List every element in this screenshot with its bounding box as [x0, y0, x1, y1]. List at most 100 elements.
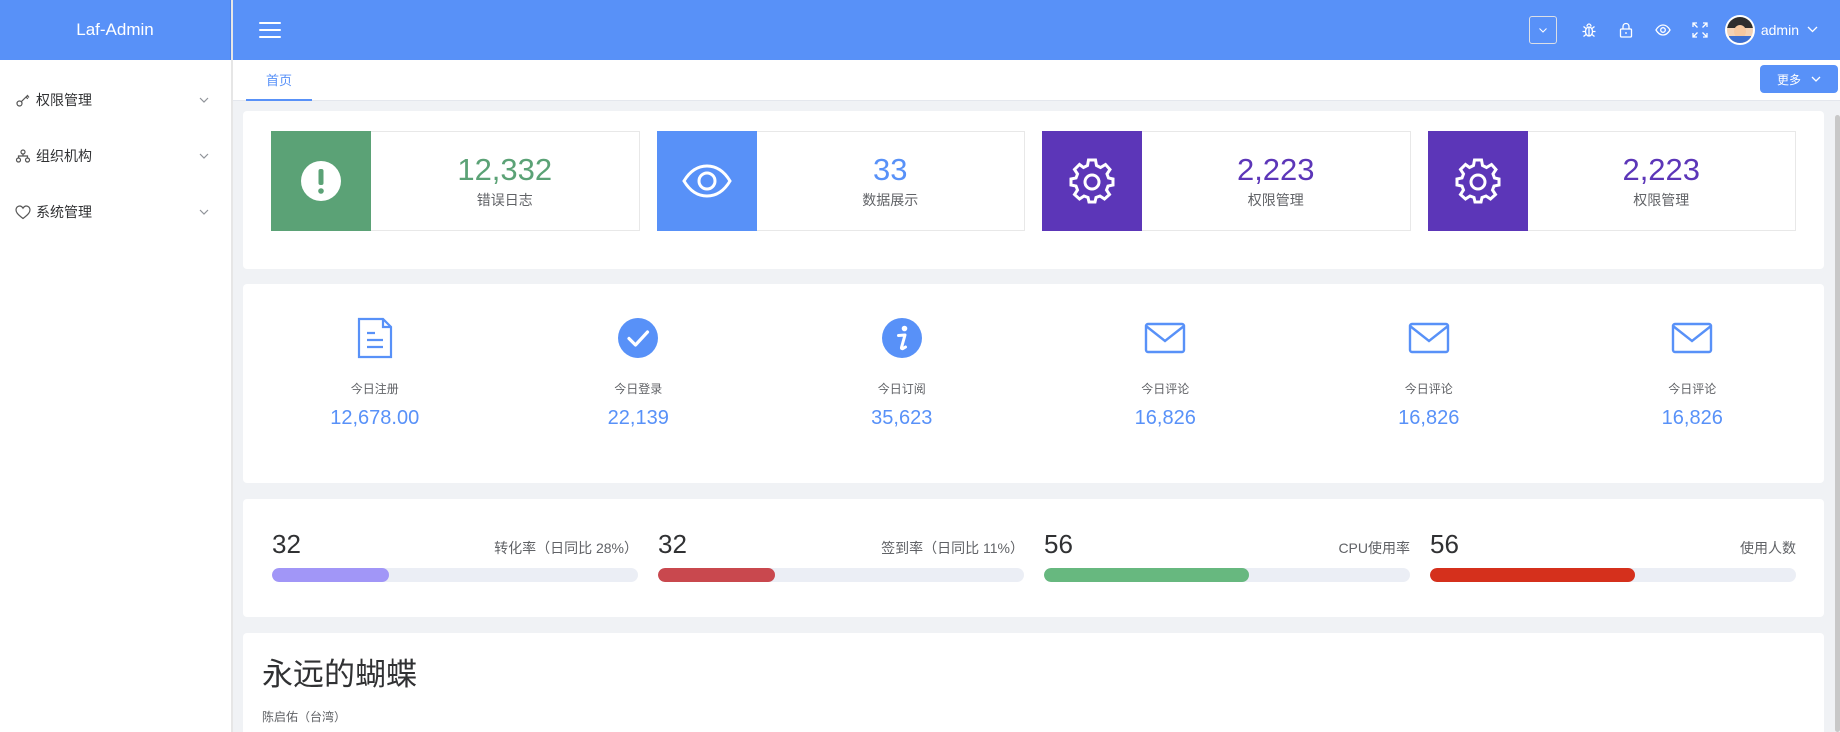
fullscreen-icon[interactable] [1682, 15, 1719, 45]
check-circle-icon [614, 316, 662, 360]
stat-body: 2,223 权限管理 [1528, 132, 1796, 230]
more-button[interactable]: 更多 [1760, 65, 1838, 93]
chevron-down-icon[interactable] [1807, 24, 1818, 36]
today-item: 今日登录 22,139 [507, 284, 771, 483]
today-item: 今日注册 12,678.00 [243, 284, 507, 483]
mail-icon [1405, 316, 1453, 360]
eye-icon[interactable] [1645, 15, 1682, 45]
progress-item: 32 转化率（日同比 28%） [272, 529, 638, 617]
progress-track [1044, 568, 1410, 582]
tab-home[interactable]: 首页 [246, 60, 313, 101]
header-actions: admin [1528, 15, 1818, 45]
chevron-down-icon [199, 206, 209, 218]
org-icon [14, 148, 32, 164]
stat-cards-panel: 12,332 错误日志 33 数据展示 2,223 权限管理 2,223 权限管… [243, 111, 1824, 269]
heart-icon [14, 204, 32, 220]
progress-label: 使用人数 [1740, 540, 1796, 556]
progress-value: 32 [272, 529, 301, 559]
today-label: 今日评论 [1404, 382, 1453, 396]
today-item: 今日评论 16,826 [1034, 284, 1298, 483]
bug-icon[interactable] [1571, 15, 1608, 45]
progress-item: 56 使用人数 [1430, 529, 1796, 617]
today-label: 今日评论 [1141, 382, 1190, 396]
alert-icon [301, 161, 341, 201]
stat-value: 2,223 [1236, 152, 1315, 187]
sidebar-item-label: 权限管理 [36, 92, 92, 108]
progress-value: 56 [1430, 529, 1459, 559]
today-item: 今日评论 16,826 [1561, 284, 1825, 483]
chevron-down-icon [1811, 76, 1821, 82]
sidebar: Laf-Admin 权限管理 组织机构 系统管理 [0, 0, 233, 732]
tags-view: 首页 更多 [233, 60, 1840, 101]
today-label: 今日订阅 [877, 382, 926, 396]
today-value: 16,826 [1134, 407, 1196, 429]
progress-item: 56 CPU使用率 [1044, 529, 1410, 617]
today-value: 16,826 [1661, 407, 1723, 429]
stat-value: 12,332 [457, 152, 553, 187]
progress-fill [1044, 568, 1249, 582]
key-icon [14, 92, 32, 108]
lock-icon[interactable] [1608, 15, 1645, 45]
chevron-down-icon [199, 94, 209, 106]
stat-icon-bg [271, 131, 371, 231]
progress-label: 签到率（日同比 11%） [881, 540, 1024, 556]
progress-track [272, 568, 638, 582]
stat-card-permissions-2[interactable]: 2,223 权限管理 [1427, 131, 1796, 231]
stat-value: 2,223 [1622, 152, 1701, 187]
hamburger-menu-icon[interactable] [259, 22, 281, 38]
today-item: 今日评论 16,826 [1297, 284, 1561, 483]
today-item: 今日订阅 35,623 [770, 284, 1034, 483]
progress-fill [1430, 568, 1635, 582]
top-header: admin [233, 0, 1840, 60]
stat-label: 权限管理 [1633, 192, 1690, 208]
stat-card-permissions[interactable]: 2,223 权限管理 [1042, 131, 1411, 231]
sidebar-item-organization[interactable]: 组织机构 [0, 128, 231, 184]
document-icon [351, 316, 399, 360]
sidebar-item-permissions[interactable]: 权限管理 [0, 72, 231, 128]
stat-card-data-display[interactable]: 33 数据展示 [656, 131, 1025, 231]
today-value: 16,826 [1398, 407, 1460, 429]
today-label: 今日登录 [614, 382, 663, 396]
progress-label: CPU使用率 [1338, 540, 1410, 556]
page-scrollbar[interactable] [1835, 115, 1840, 732]
today-value: 35,623 [871, 407, 933, 429]
stat-body: 2,223 权限管理 [1142, 132, 1410, 230]
stat-icon-bg [1042, 131, 1142, 231]
user-name[interactable]: admin [1761, 22, 1799, 38]
stat-value: 33 [873, 152, 908, 187]
progress-label: 转化率（日同比 28%） [494, 540, 638, 556]
stat-card-error-log[interactable]: 12,332 错误日志 [271, 131, 640, 231]
more-button-label: 更多 [1776, 72, 1801, 87]
today-label: 今日注册 [350, 382, 399, 396]
sidebar-item-label: 系统管理 [36, 204, 92, 220]
song-title: 永远的蝴蝶 [262, 657, 417, 692]
gear-icon [1455, 158, 1500, 204]
song-panel: 永远的蝴蝶 陈启佑（台湾） [243, 633, 1824, 732]
avatar[interactable] [1724, 15, 1755, 45]
mail-icon [1668, 316, 1716, 360]
info-icon [878, 316, 926, 360]
stat-label: 错误日志 [476, 192, 533, 208]
stat-body: 33 数据展示 [757, 132, 1025, 230]
app-logo[interactable]: Laf-Admin [0, 0, 231, 60]
song-artist: 陈启佑（台湾） [262, 710, 347, 724]
today-label: 今日评论 [1668, 382, 1717, 396]
today-value: 12,678.00 [330, 407, 420, 429]
progress-track [658, 568, 1024, 582]
progress-item: 32 签到率（日同比 11%） [658, 529, 1024, 617]
eye-icon [681, 164, 732, 198]
sidebar-item-label: 组织机构 [36, 148, 92, 164]
chevron-down-icon [199, 150, 209, 162]
progress-fill [658, 568, 776, 582]
mail-icon [1141, 316, 1189, 360]
stat-icon-bg [656, 131, 757, 231]
sidebar-item-system[interactable]: 系统管理 [0, 184, 231, 240]
size-select[interactable] [1528, 16, 1557, 44]
progress-panel: 32 转化率（日同比 28%） 32 签到率（日同比 11%） 56 CPU使用率 5… [243, 499, 1824, 617]
stat-label: 数据展示 [862, 192, 919, 208]
stat-icon-bg [1427, 131, 1528, 231]
today-stats-panel: 今日注册 12,678.00 今日登录 22,139 今日订阅 35,623 今… [243, 284, 1824, 483]
stat-label: 权限管理 [1247, 192, 1304, 208]
progress-value: 32 [658, 529, 687, 559]
gear-icon [1069, 158, 1115, 204]
